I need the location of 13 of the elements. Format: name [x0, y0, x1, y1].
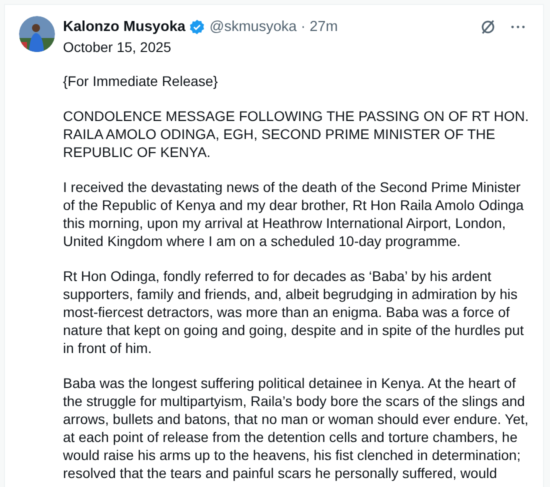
author-name[interactable]: Kalonzo Musyoka [63, 19, 186, 35]
timestamp[interactable]: 27m [310, 19, 338, 35]
post-text: CONDOLENCE MESSAGE FOLLOWING THE PASSING ON OF RT HON. RAILA AMOLO ODINGA, EGH, SECOND PRIME MINISTER OF THE REPUBLIC OF KENYA. [63, 107, 530, 161]
post-text: {For Immediate Release} [63, 72, 219, 90]
post-text: I received the devastating news of the death of the Second Prime Minister of the Republic of Kenya and my dear brother, Rt Hon Raila Amolo Odinga this morning, upon my arrival at Heathrow International Airport, London, United Kingdom where I am on a scheduled 10-day programme. [63, 178, 525, 250]
more-icon[interactable] [511, 25, 525, 29]
post-text: October 15, 2025 [63, 38, 172, 56]
post-text: Rt Hon Odinga, fondly referred to for decades as ‘Baba’ by his ardent supporters, family and friends, and, albeit begrudging in admiration by his most-fiercest detractors, was more than an enigma. Baba was a force of nature that kept on going and going, despite and in spite of the hurdles put in front of him. [63, 267, 525, 357]
slashed-circle-icon[interactable] [479, 18, 497, 36]
avatar[interactable] [19, 16, 55, 52]
post-text: Baba was the longest suffering political detainee in Kenya. At the heart of the struggle for multipartyism, Raila’s body bore the scars of the slings and arrows, bullets and batons, that no man or woman should ever endure. Yet, at each point of release from the detention cells and torture chambers, he would raise his arms up to the heavens, his fist clenched in determination; resolved that the tears and painful scars he personally suffered, would [63, 374, 530, 482]
separator: · [300, 19, 306, 35]
user-handle[interactable]: @skmusyoka [209, 19, 297, 35]
